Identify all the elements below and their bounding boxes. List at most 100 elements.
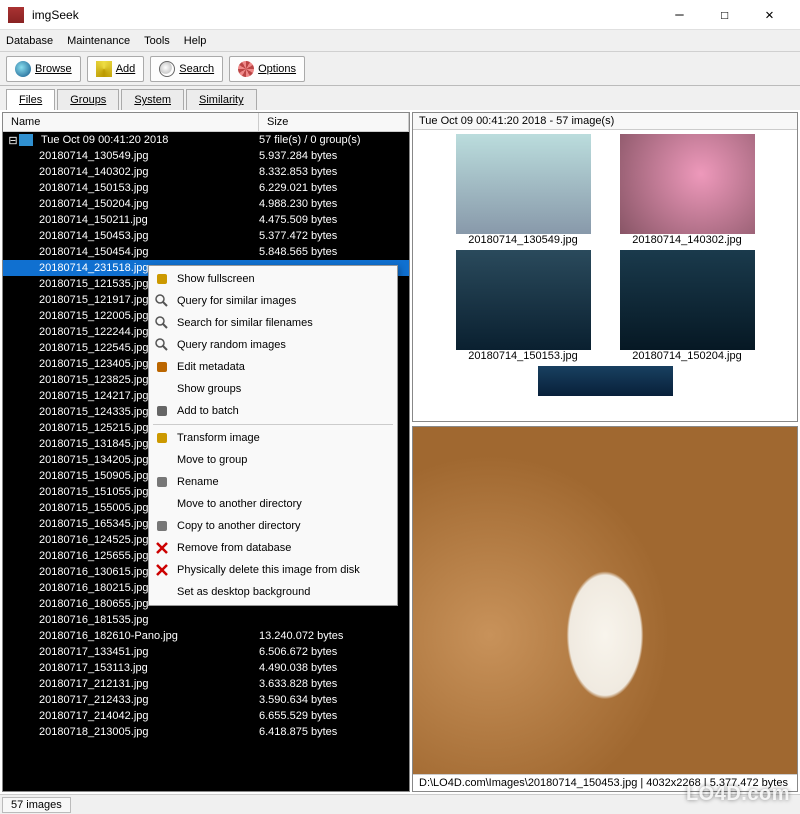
context-menu-item[interactable]: Show fullscreen (149, 268, 397, 290)
tree-row[interactable]: 20180714_150204.jpg4.988.230 bytes (3, 196, 409, 212)
context-menu-item[interactable]: Show groups (149, 378, 397, 400)
file-size: 13.240.072 bytes (259, 630, 409, 642)
search-icon (159, 61, 175, 77)
context-menu-label: Transform image (177, 432, 260, 444)
thumbnail-label: 20180714_140302.jpg (632, 234, 742, 246)
preview-image[interactable] (413, 427, 797, 774)
menu-maintenance[interactable]: Maintenance (67, 35, 130, 47)
context-menu-item[interactable]: Copy to another directory (149, 515, 397, 537)
magnify-icon (153, 337, 171, 353)
file-name: 20180714_150453.jpg (11, 230, 259, 242)
tab-system[interactable]: System (121, 89, 184, 110)
thumbnail[interactable]: 20180714_140302.jpg (607, 134, 767, 246)
context-menu-item[interactable]: Remove from database (149, 537, 397, 559)
options-button[interactable]: Options (229, 56, 305, 82)
menu-help[interactable]: Help (184, 35, 207, 47)
tree-row[interactable]: 20180714_150453.jpg5.377.472 bytes (3, 228, 409, 244)
thumbnail[interactable] (525, 366, 685, 396)
tree-row[interactable]: 20180717_214042.jpg6.655.529 bytes (3, 708, 409, 724)
close-button[interactable]: ✕ (747, 0, 792, 29)
context-menu-item[interactable]: Rename (149, 471, 397, 493)
status-text: 57 images (2, 797, 71, 813)
tree-row[interactable]: 20180714_130549.jpg5.937.284 bytes (3, 148, 409, 164)
context-menu-item[interactable]: Move to group (149, 449, 397, 471)
context-menu-item[interactable]: Edit metadata (149, 356, 397, 378)
context-menu-item[interactable]: Physically delete this image from disk (149, 559, 397, 581)
context-menu-item[interactable]: Move to another directory (149, 493, 397, 515)
maximize-button[interactable]: ☐ (702, 0, 747, 29)
tree-row[interactable]: 20180714_150454.jpg5.848.565 bytes (3, 244, 409, 260)
file-size: 4.475.509 bytes (259, 214, 409, 226)
context-menu-item[interactable]: Set as desktop background (149, 581, 397, 603)
tree-row[interactable]: 20180717_212433.jpg3.590.634 bytes (3, 692, 409, 708)
context-menu-item[interactable]: Add to batch (149, 400, 397, 422)
add-button[interactable]: Add (87, 56, 145, 82)
tree-row[interactable]: 20180718_213005.jpg6.418.875 bytes (3, 724, 409, 740)
context-menu-label: Query random images (177, 339, 286, 351)
menu-database[interactable]: Database (6, 35, 53, 47)
tab-files[interactable]: Files (6, 89, 55, 110)
search-button[interactable]: Search (150, 56, 223, 82)
tree-col-name[interactable]: Name (3, 113, 259, 131)
preview-panel: D:\LO4D.com\Images\20180714_150453.jpg |… (412, 426, 798, 792)
tab-groups[interactable]: Groups (57, 89, 119, 110)
context-menu-item[interactable]: Search for similar filenames (149, 312, 397, 334)
context-menu-label: Show fullscreen (177, 273, 255, 285)
file-name: 20180716_181535.jpg (11, 614, 259, 626)
menubar: Database Maintenance Tools Help (0, 30, 800, 52)
context-menu-item[interactable]: Transform image (149, 427, 397, 449)
expand-icon[interactable]: ⊟ (7, 134, 19, 147)
tree-root[interactable]: ⊟Tue Oct 09 00:41:20 201857 file(s) / 0 … (3, 132, 409, 148)
thumbnail-label: 20180714_150204.jpg (632, 350, 742, 362)
tree-row[interactable]: 20180717_153113.jpg4.490.038 bytes (3, 660, 409, 676)
statusbar: 57 images (0, 794, 800, 814)
file-size: 6.418.875 bytes (259, 726, 409, 738)
context-menu-label: Add to batch (177, 405, 239, 417)
context-menu-label: Edit metadata (177, 361, 245, 373)
thumbnail-image (456, 250, 591, 350)
file-size: 6.655.529 bytes (259, 710, 409, 722)
tree-row[interactable]: 20180714_150211.jpg4.475.509 bytes (3, 212, 409, 228)
context-menu-label: Move to group (177, 454, 247, 466)
context-menu-label: Physically delete this image from disk (177, 564, 360, 576)
context-menu-label: Remove from database (177, 542, 291, 554)
thumbnail[interactable]: 20180714_150204.jpg (607, 250, 767, 362)
person-icon (153, 430, 171, 446)
window-title: imgSeek (32, 8, 657, 22)
context-menu-item[interactable]: Query random images (149, 334, 397, 356)
gear-icon (153, 403, 171, 419)
tree-row[interactable]: 20180716_182610-Pano.jpg13.240.072 bytes (3, 628, 409, 644)
file-size: 8.332.853 bytes (259, 166, 409, 178)
file-size: 5.377.472 bytes (259, 230, 409, 242)
browse-button[interactable]: Browse (6, 56, 81, 82)
toolbar: Browse Add Search Options (0, 52, 800, 86)
edit-icon (153, 359, 171, 375)
file-size: 6.229.021 bytes (259, 182, 409, 194)
minimize-button[interactable]: — (657, 0, 702, 29)
context-menu-item[interactable]: Query for similar images (149, 290, 397, 312)
tree-col-size[interactable]: Size (259, 113, 409, 131)
tree-row[interactable]: 20180714_140302.jpg8.332.853 bytes (3, 164, 409, 180)
browse-label: Browse (35, 63, 72, 75)
thumbnail[interactable]: 20180714_150153.jpg (443, 250, 603, 362)
browse-icon (15, 61, 31, 77)
context-menu-label: Search for similar filenames (177, 317, 313, 329)
tree-header: Name Size (3, 113, 409, 132)
menu-tools[interactable]: Tools (144, 35, 170, 47)
thumbnail-label: 20180714_150153.jpg (468, 350, 578, 362)
file-size: 5.848.565 bytes (259, 246, 409, 258)
tree-row[interactable]: 20180717_133451.jpg6.506.672 bytes (3, 644, 409, 660)
tab-similarity[interactable]: Similarity (186, 89, 257, 110)
options-label: Options (258, 63, 296, 75)
tree-row[interactable]: 20180717_212131.jpg3.633.828 bytes (3, 676, 409, 692)
file-name: 20180717_214042.jpg (11, 710, 259, 722)
thumbnail-image (456, 134, 591, 234)
thumbnail[interactable]: 20180714_130549.jpg (443, 134, 603, 246)
thumbnail-grid[interactable]: 20180714_130549.jpg 20180714_140302.jpg 20… (413, 130, 797, 421)
magnify-icon (153, 315, 171, 331)
file-name: 20180714_150153.jpg (11, 182, 259, 194)
file-name: 20180714_130549.jpg (11, 150, 259, 162)
tree-row[interactable]: 20180714_150153.jpg6.229.021 bytes (3, 180, 409, 196)
tree-row[interactable]: 20180716_181535.jpg (3, 612, 409, 628)
file-name: 20180717_133451.jpg (11, 646, 259, 658)
